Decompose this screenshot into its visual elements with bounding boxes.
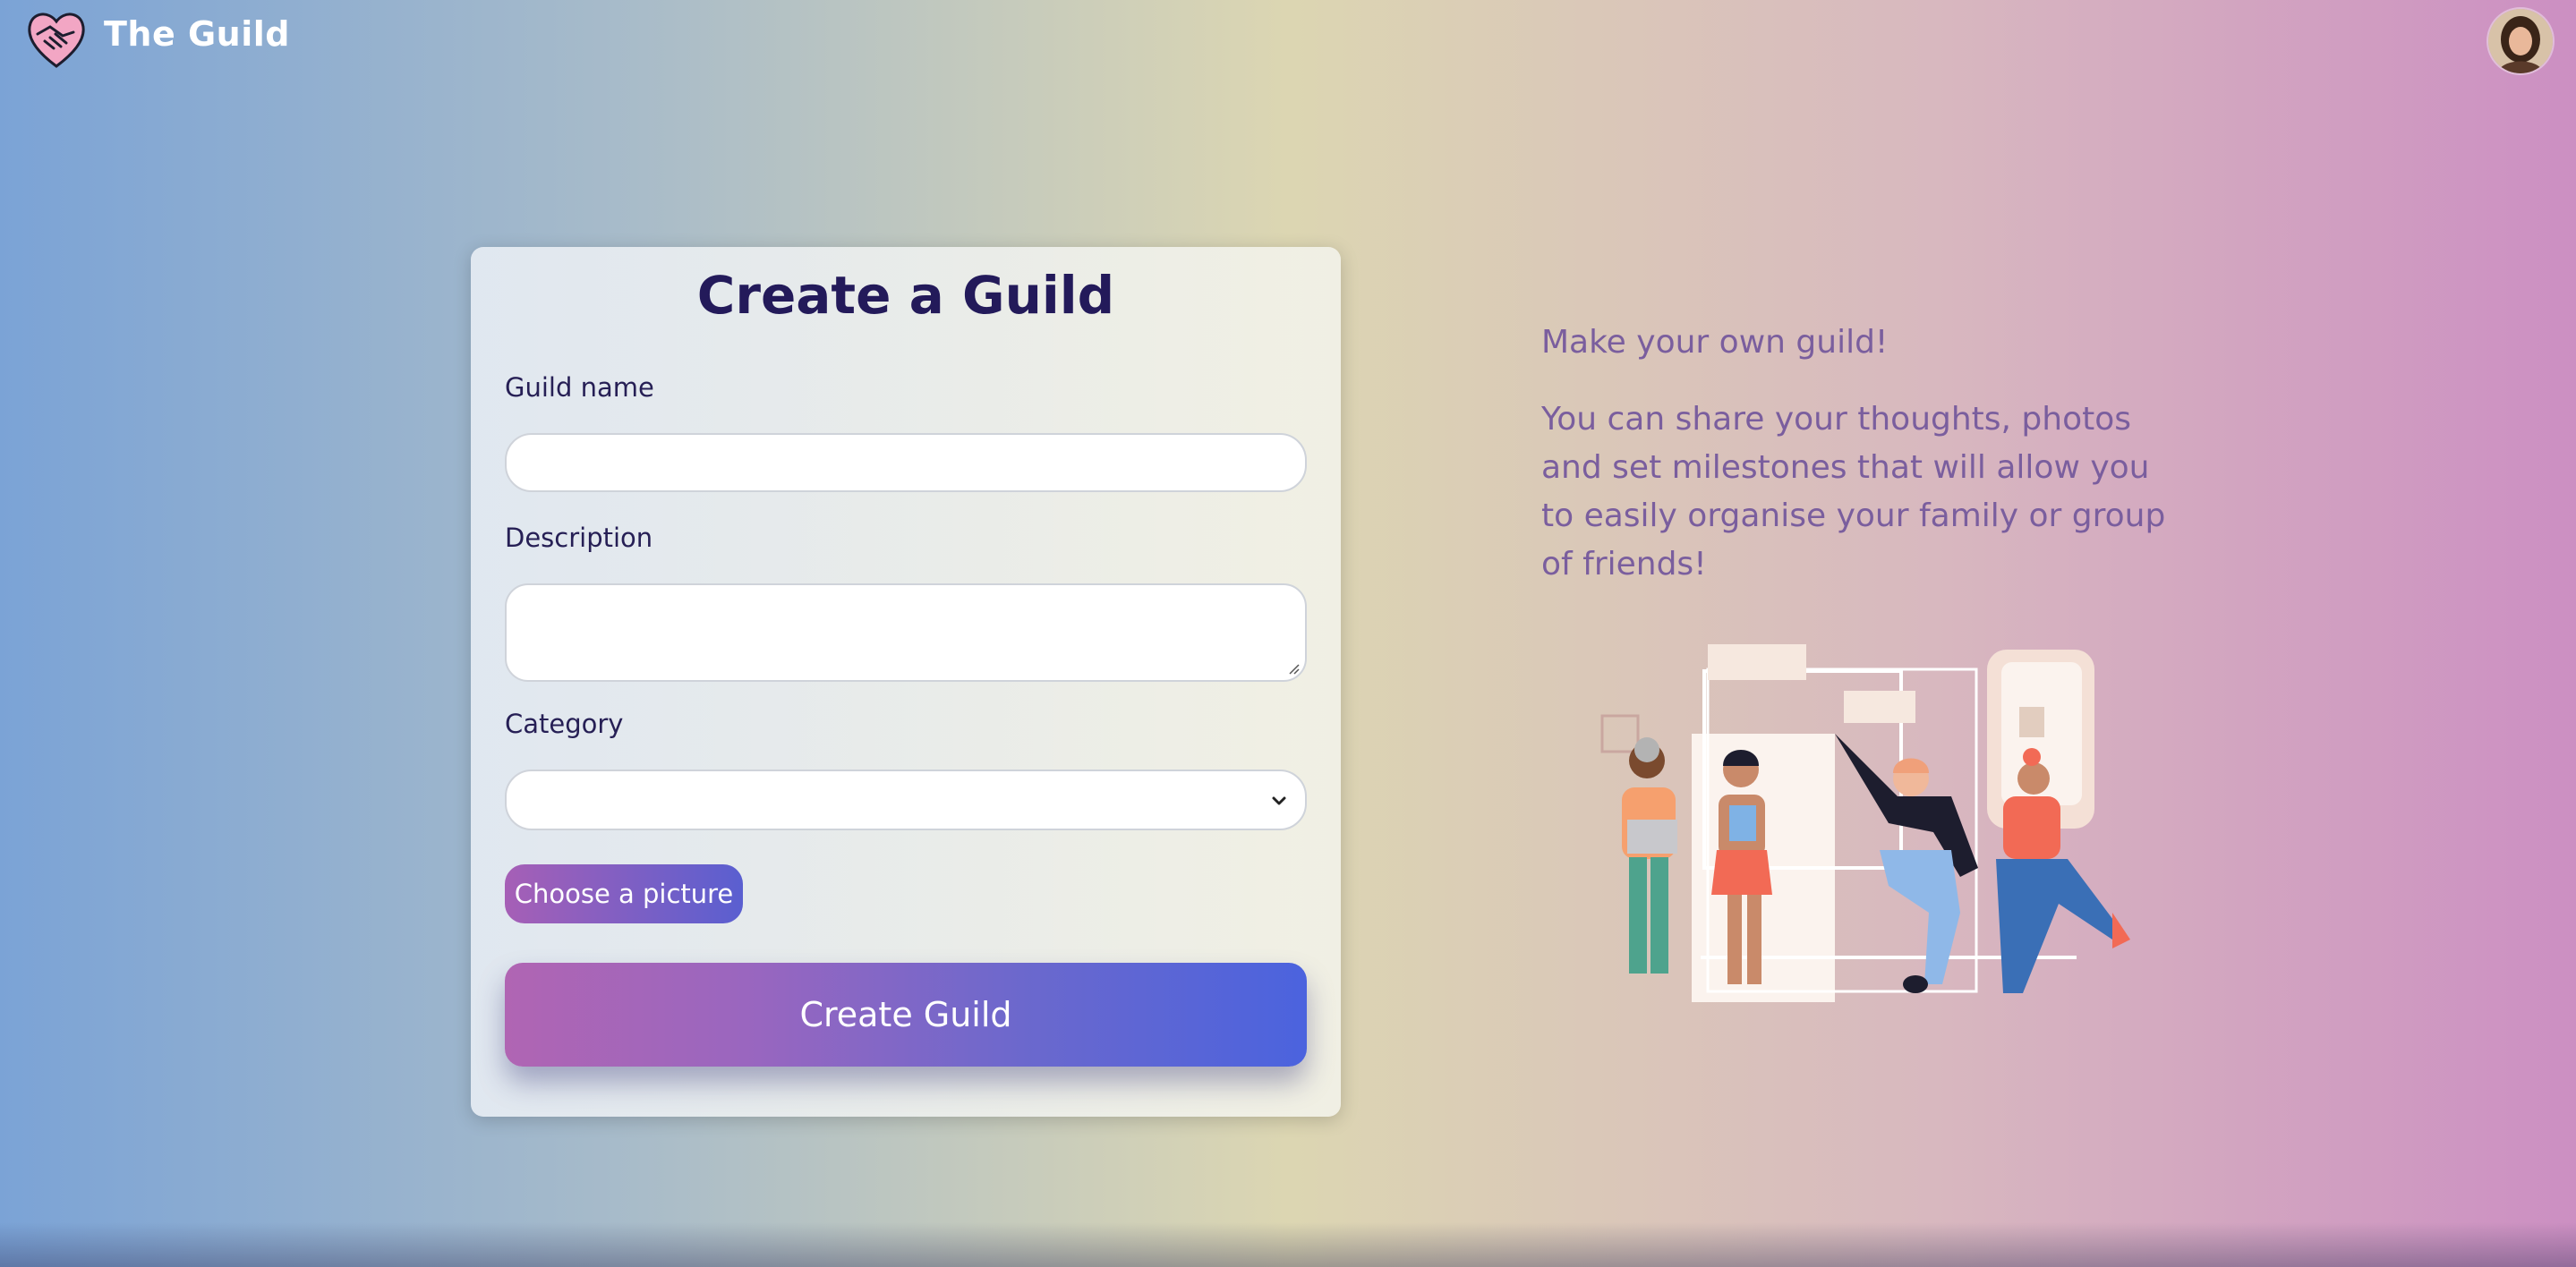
app-brand-name[interactable]: The Guild — [104, 14, 290, 54]
bottom-edge-shadow — [0, 1222, 2576, 1267]
create-guild-form: Create a Guild Guild name Description Ca… — [471, 247, 1341, 1117]
info-description: You can share your thoughts, photos and … — [1541, 401, 2166, 582]
choose-picture-button[interactable]: Choose a picture — [505, 864, 743, 923]
user-avatar[interactable] — [2488, 9, 2553, 73]
form-title: Create a Guild — [696, 265, 1115, 326]
avatar-icon — [2488, 9, 2553, 73]
create-guild-button[interactable]: Create Guild — [505, 963, 1307, 1067]
handshake-heart-icon[interactable] — [23, 7, 90, 73]
people-group-illustration — [1600, 644, 2130, 1002]
description-label: Description — [505, 523, 653, 553]
guild-name-label: Guild name — [505, 372, 654, 403]
guild-name-input[interactable] — [505, 433, 1307, 492]
info-tagline: Make your own guild! — [1541, 324, 1889, 361]
resize-grip-icon[interactable] — [1285, 660, 1300, 675]
category-select[interactable] — [505, 770, 1307, 830]
category-label: Category — [505, 709, 624, 739]
description-textarea[interactable] — [505, 583, 1307, 682]
chevron-down-icon — [1272, 796, 1286, 805]
